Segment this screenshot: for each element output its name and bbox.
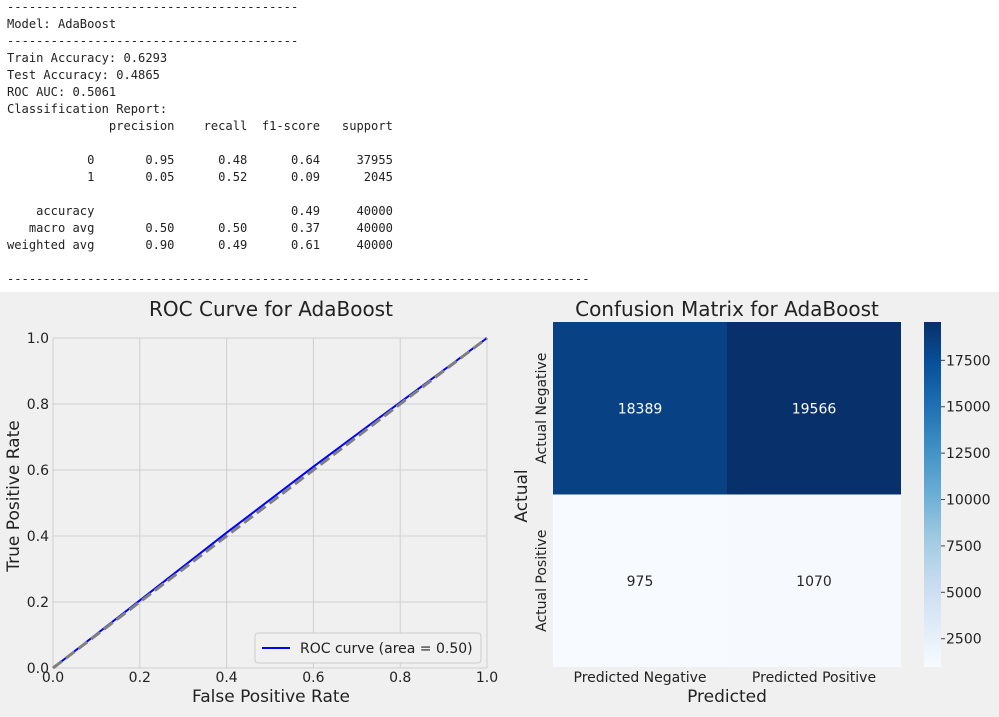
cm-y-axis-label: Actual [512,469,532,522]
roc-y-tick-label: 0.0 [27,661,49,677]
cm-x-tick-label: Predicted Negative [574,670,707,686]
confusion-matrix-chart: Confusion Matrix for AdaBoost 18389 19566… [512,297,991,707]
cm-cell-value: 18389 [618,401,663,417]
roc-x-tick-label: 0.6 [302,670,324,686]
cm-cell-value: 975 [627,574,654,590]
roc-y-tick-label: 0.2 [27,595,49,611]
colorbar-tick-label: 12500 [946,446,991,462]
roc-y-axis-label: True Positive Rate [4,420,24,572]
roc-title: ROC Curve for AdaBoost [149,297,393,321]
roc-x-axis-label: False Positive Rate [192,687,350,707]
roc-diagonal-reference-line [52,336,488,670]
figure-svg: ROC Curve for AdaBoost 0.0 0.2 0.4 0.6 0.8 1.… [4,297,991,707]
roc-x-tick-label: 1.0 [476,670,498,686]
cm-y-tick-label: Actual Negative [534,353,550,464]
cm-cell-value: 1070 [796,574,832,590]
roc-x-tick-label: 0.4 [215,670,237,686]
roc-y-tick-label: 0.4 [27,529,49,545]
colorbar-tick-label: 10000 [946,493,991,509]
cm-x-axis-label: Predicted [687,687,767,707]
roc-legend: ROC curve (area = 0.50) [254,632,482,664]
classification-report-text: ----------------------------------------… [7,0,590,286]
cm-x-tick-label: Predicted Positive [752,670,876,686]
roc-lines [52,336,488,670]
roc-y-tick-label: 1.0 [27,331,49,347]
cm-y-tick-label: Actual Positive [534,530,550,632]
roc-chart: ROC Curve for AdaBoost 0.0 0.2 0.4 0.6 0.8 1.… [4,297,498,707]
roc-x-tick-label: 0.8 [389,670,411,686]
legend-entry-roc: ROC curve (area = 0.50) [300,641,473,657]
cm-title: Confusion Matrix for AdaBoost [575,297,879,321]
colorbar-tick-label: 15000 [946,400,991,416]
cm-cell-value: 19566 [792,401,837,417]
colorbar-tick-label: 7500 [946,539,982,555]
colorbar-tick-label: 2500 [946,632,982,648]
roc-x-tick-label: 0.2 [129,670,151,686]
colorbar-tick-label: 5000 [946,585,982,601]
colorbar-ticks: 2500 5000 7500 10000 12500 15000 17500 [941,353,991,648]
figure-panel: ROC Curve for AdaBoost 0.0 0.2 0.4 0.6 0.8 1.… [0,292,999,717]
roc-y-tick-label: 0.8 [27,397,49,413]
roc-y-tick-label: 0.6 [27,463,49,479]
colorbar-tick-label: 17500 [946,353,991,369]
colorbar [924,322,941,667]
console-output: ----------------------------------------… [0,0,999,292]
cm-cells [553,322,901,667]
